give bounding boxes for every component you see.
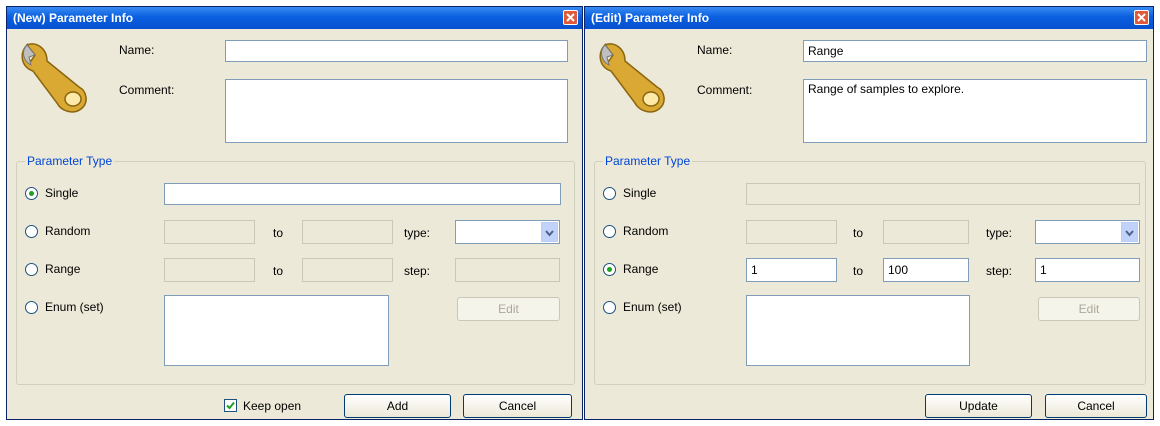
type-label: type: <box>986 226 1013 240</box>
enum-label: Enum (set) <box>623 300 682 314</box>
to-label: to <box>273 264 284 278</box>
dialog-title-bar[interactable]: (Edit) Parameter Info <box>585 7 1153 29</box>
add-button[interactable]: Add <box>344 394 451 418</box>
range-label: Range <box>45 262 81 276</box>
random-radio[interactable] <box>603 225 616 238</box>
name-label: Name: <box>119 43 155 57</box>
range-radio[interactable] <box>603 263 616 276</box>
range-radio[interactable] <box>25 263 38 276</box>
random-to-input[interactable] <box>302 220 393 244</box>
random-from-input[interactable] <box>164 220 255 244</box>
edit-button[interactable]: Edit <box>1038 297 1140 321</box>
chevron-down-icon[interactable] <box>541 222 558 242</box>
name-label: Name: <box>697 43 733 57</box>
type-select[interactable] <box>1035 220 1140 244</box>
cancel-button[interactable]: Cancel <box>463 394 572 418</box>
type-label: type: <box>404 226 431 240</box>
step-label: step: <box>986 264 1013 278</box>
close-icon[interactable] <box>1134 10 1149 25</box>
new-parameter-dialog: (New) Parameter Info Name: Comment: Para… <box>6 6 583 420</box>
range-label: Range <box>623 262 659 276</box>
parameter-type-label: Parameter Type <box>603 154 693 168</box>
random-label: Random <box>623 224 669 238</box>
comment-label: Comment: <box>119 83 175 97</box>
random-radio[interactable] <box>25 225 38 238</box>
range-to-input[interactable] <box>302 258 393 282</box>
cancel-button[interactable]: Cancel <box>1045 394 1147 418</box>
keep-open-label: Keep open <box>243 399 302 413</box>
update-button[interactable]: Update <box>925 394 1032 418</box>
dialog-title-bar[interactable]: (New) Parameter Info <box>7 7 582 29</box>
comment-textarea[interactable] <box>225 79 568 143</box>
to-label: to <box>273 226 284 240</box>
to-label: to <box>853 264 864 278</box>
dialog-title: (Edit) Parameter Info <box>591 11 710 25</box>
single-radio[interactable] <box>25 187 38 200</box>
name-input[interactable] <box>225 40 568 62</box>
type-select[interactable] <box>455 220 560 244</box>
enum-radio[interactable] <box>25 301 38 314</box>
enum-radio[interactable] <box>603 301 616 314</box>
enum-list[interactable] <box>746 295 970 366</box>
range-from-input[interactable] <box>164 258 255 282</box>
keep-open-checkbox[interactable] <box>224 399 237 412</box>
range-from-input[interactable] <box>746 258 837 282</box>
dialog-title: (New) Parameter Info <box>13 11 134 25</box>
comment-textarea[interactable]: Range of samples to explore. <box>803 79 1147 143</box>
step-input[interactable] <box>1035 258 1140 282</box>
random-from-input[interactable] <box>746 220 837 244</box>
random-to-input[interactable] <box>883 220 969 244</box>
wrench-icon <box>599 42 665 113</box>
enum-list[interactable] <box>164 295 389 366</box>
enum-label: Enum (set) <box>45 300 104 314</box>
parameter-type-label: Parameter Type <box>25 154 115 168</box>
edit-button[interactable]: Edit <box>457 297 560 321</box>
step-label: step: <box>404 264 431 278</box>
single-label: Single <box>623 186 657 200</box>
single-label: Single <box>45 186 79 200</box>
step-input[interactable] <box>455 258 560 282</box>
edit-parameter-dialog: (Edit) Parameter Info Name: Comment: Ran… <box>584 6 1154 420</box>
name-input[interactable] <box>803 40 1147 62</box>
wrench-icon <box>21 42 87 113</box>
to-label: to <box>853 226 864 240</box>
chevron-down-icon[interactable] <box>1121 222 1138 242</box>
comment-label: Comment: <box>697 83 753 97</box>
close-icon[interactable] <box>563 10 578 25</box>
single-radio[interactable] <box>603 187 616 200</box>
range-to-input[interactable] <box>883 258 969 282</box>
random-label: Random <box>45 224 91 238</box>
single-value-input[interactable] <box>746 183 1140 205</box>
single-value-input[interactable] <box>164 183 561 205</box>
